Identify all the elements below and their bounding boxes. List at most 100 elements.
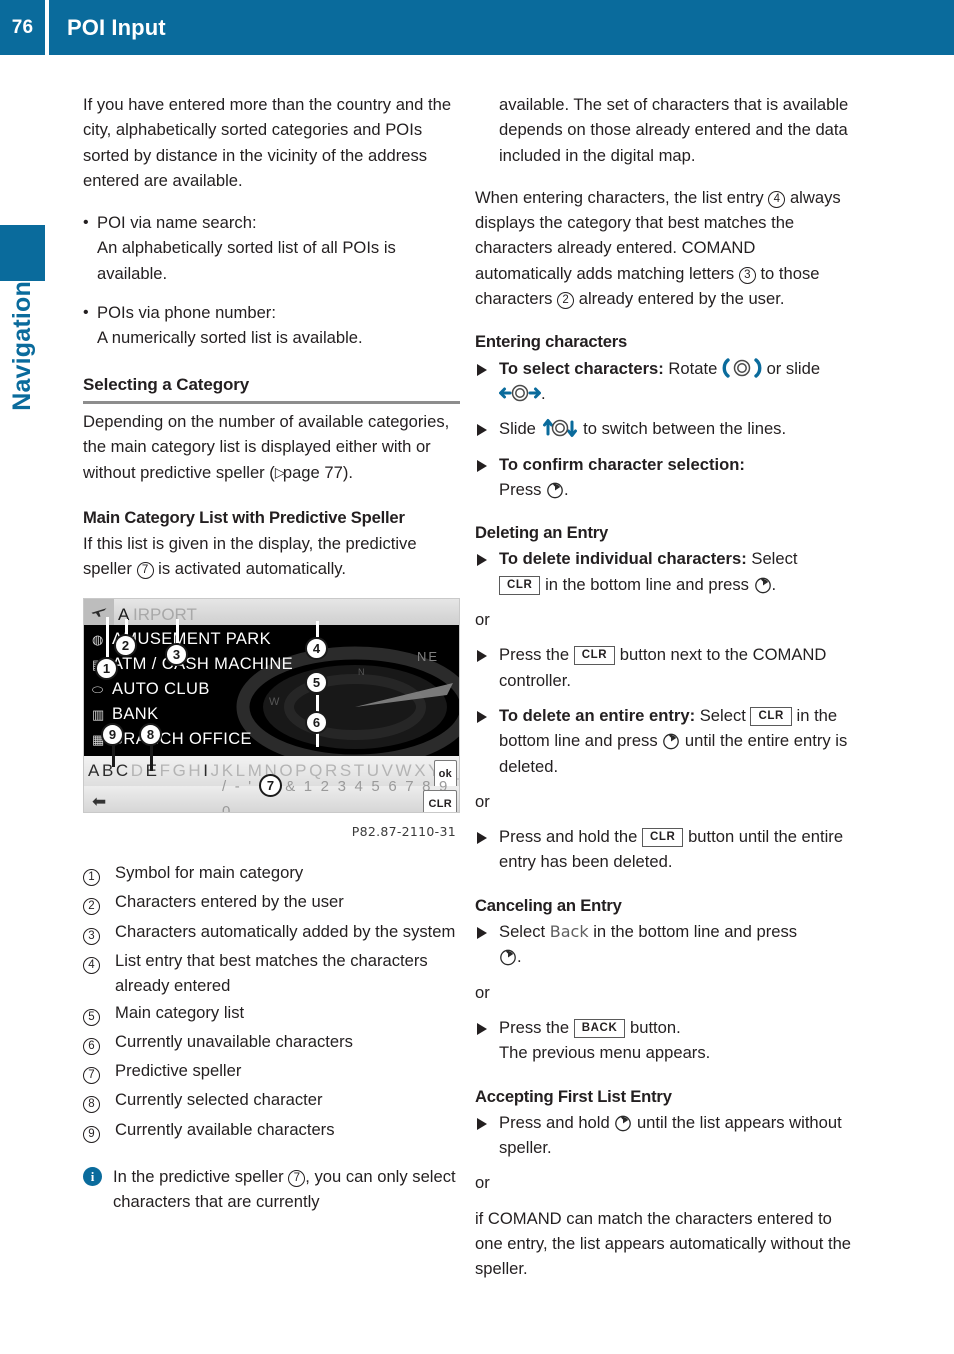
instruction-step: Select Back in the bottom line and press…: [475, 919, 852, 970]
slide-horizontal-controller-icon: [499, 384, 541, 403]
legend-item: 9 Currently available characters: [83, 1117, 460, 1145]
legend-number-circle: 9: [83, 1125, 100, 1143]
callout-ref-7: 7: [136, 562, 154, 580]
sub-paragraph: If this list is given in the display, th…: [83, 531, 460, 582]
legend-text: Currently selected character: [115, 1090, 323, 1110]
callout-9: 9: [101, 722, 124, 746]
step-text-a: Press the: [499, 1017, 570, 1037]
instruction-step: To delete an entire entry: Select CLR in…: [475, 703, 852, 779]
back-ui-label[interactable]: Back: [550, 922, 589, 941]
legend-number-circle: 4: [83, 956, 100, 974]
legend-text: Currently available characters: [115, 1119, 335, 1139]
legend-number-circle: 2: [83, 898, 100, 916]
legend-item: 8 Currently selected character: [83, 1087, 460, 1115]
callout-ref-7: 7: [288, 1170, 306, 1188]
step-text-c: .: [517, 947, 522, 967]
legend-text: Currently unavailable characters: [115, 1031, 353, 1051]
step-text-a: Rotate: [668, 358, 718, 378]
step-text-c: .: [541, 383, 546, 403]
instruction-step: To confirm character selection: Press .: [475, 452, 852, 503]
step-text-a: Press: [499, 479, 542, 499]
legend-number: 9: [83, 1117, 115, 1145]
callout-6: 6: [305, 710, 328, 734]
press-controller-icon: [614, 1113, 632, 1132]
clr-key[interactable]: CLR: [499, 575, 541, 595]
instruction-step: Press the CLR button next to the COMAND …: [475, 642, 852, 693]
leader-line-1: [106, 616, 109, 657]
bullet-line-2: An alphabetically sorted list of all POI…: [97, 238, 396, 283]
figure-legend: 1 Symbol for main category 2 Characters en…: [83, 860, 460, 1145]
step-text-a: Select: [751, 549, 798, 569]
instruction-step: Slide to switch between the lines.: [475, 416, 852, 441]
section-heading-selecting-a-category: Selecting a Category: [83, 372, 460, 404]
legend-number: 2: [83, 889, 115, 917]
sub-heading-entering-characters: Entering characters: [475, 332, 628, 352]
note-text-a: In the predictive speller: [113, 1167, 284, 1187]
section-paragraph-text-b: ).: [342, 462, 353, 482]
step-text-a: Press and hold the: [499, 827, 638, 847]
step-text-b: or slide: [766, 358, 821, 378]
or-separator: or: [475, 1173, 490, 1193]
section-paragraph: Depending on the number of available cat…: [83, 409, 460, 485]
clr-key[interactable]: CLR: [642, 828, 684, 848]
step-bold-lead: To select characters:: [499, 358, 664, 378]
step-text-b: button.: [629, 1017, 681, 1037]
clr-key[interactable]: CLR: [423, 789, 457, 812]
figure-caption: P82.87-2110-31: [351, 823, 456, 839]
bullet-line-2: A numerically sorted list is available.: [97, 328, 363, 348]
legend-number: 1: [83, 860, 115, 888]
legend-number: 3: [83, 919, 115, 947]
speller-unavailable-fgh[interactable]: FGH: [160, 761, 204, 780]
clr-key[interactable]: CLR: [750, 706, 792, 726]
back-arrow-icon[interactable]: ⬅: [92, 789, 106, 812]
page-title: POI Input: [67, 14, 166, 40]
legend-item: 7 Predictive speller: [83, 1058, 460, 1086]
step-text-a: Press and hold: [499, 1112, 610, 1132]
info-note: i In the predictive speller 7, you can o…: [83, 1164, 460, 1215]
speller-available-characters[interactable]: ABC: [88, 761, 131, 780]
list-item: POIs via phone number: A numerically sor…: [83, 300, 460, 351]
step-text-b: to switch between the lines.: [583, 419, 787, 439]
comand-screenshot-figure: A IRPORT NE W N ◍AMUSEMENT PARK ▤ATM / C…: [83, 597, 460, 844]
legend-number-circle: 1: [83, 869, 100, 887]
page-header: 76 POI Input: [0, 0, 954, 55]
step-text-a: Press the: [499, 645, 570, 665]
step-bold-lead: To delete an entire entry:: [499, 705, 696, 725]
legend-number: 5: [83, 1000, 115, 1028]
back-key[interactable]: BACK: [573, 1018, 626, 1038]
speller-available-i[interactable]: I: [203, 761, 210, 780]
closing-paragraph: if COMAND can match the characters enter…: [475, 1208, 852, 1279]
step-text-c: .: [564, 479, 569, 499]
step-text-a: Select: [499, 922, 546, 942]
page-ref-label: page 77: [282, 462, 343, 482]
speller-unavailable-d[interactable]: D: [131, 761, 146, 780]
legend-number-circle: 6: [83, 1037, 100, 1055]
callout-ref-2: 2: [557, 292, 575, 310]
legend-number-circle: 3: [83, 927, 100, 945]
page-ref-triangle-icon: [275, 460, 286, 485]
legend-item: 2 Characters entered by the user: [83, 889, 460, 917]
legend-number-circle: 5: [83, 1008, 100, 1026]
legend-item: 3 Characters automatically added by the s…: [83, 919, 460, 947]
legend-number: 8: [83, 1087, 115, 1115]
comand-display: A IRPORT NE W N ◍AMUSEMENT PARK ▤ATM / C…: [83, 597, 460, 813]
step-text-b: in the bottom line and press: [593, 922, 798, 942]
clr-key[interactable]: CLR: [573, 646, 616, 666]
auto-added-characters: IRPORT: [133, 604, 197, 624]
chapter-tab-label: Navigation: [0, 281, 45, 471]
instruction-step: To select characters: Rotate or slide .: [475, 356, 852, 407]
sub-paragraph-text-b: is activated automatically.: [158, 559, 346, 579]
callout-2: 2: [114, 633, 137, 657]
chapter-tab-text: Navigation: [8, 281, 36, 411]
step-bold-lead: To delete individual characters:: [499, 549, 747, 569]
sub-heading-accepting-first-list-entry: Accepting First List Entry: [475, 1086, 672, 1106]
callout-1: 1: [95, 656, 118, 680]
instruction-step: Press and hold the CLR button until the …: [475, 824, 852, 875]
speller-selected-character[interactable]: E: [146, 761, 160, 780]
legend-text: Main category list: [115, 1002, 245, 1022]
sub-heading-deleting-an-entry: Deleting an Entry: [475, 523, 609, 543]
legend-text: Characters automatically added by the sy…: [115, 921, 456, 941]
leader-line-9: [112, 744, 115, 767]
legend-text: List entry that best matches the charact…: [115, 950, 428, 996]
paragraph-text-d: already entered by the user.: [578, 289, 785, 309]
